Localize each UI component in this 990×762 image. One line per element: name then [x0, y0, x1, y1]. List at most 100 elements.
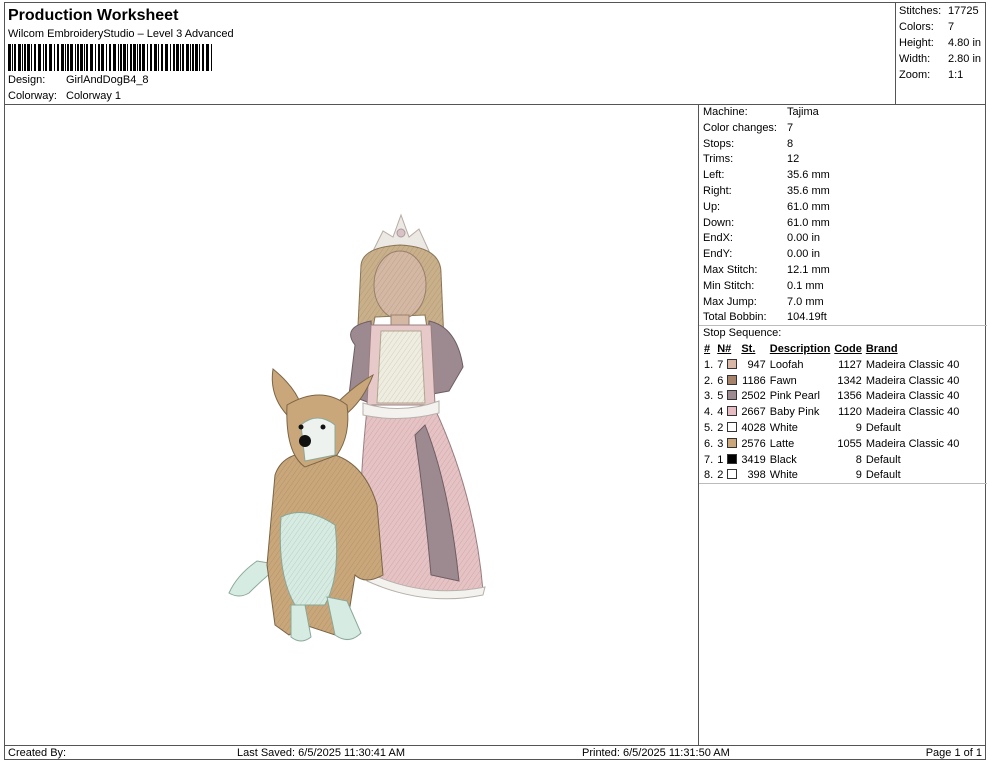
- row-index: 4.: [704, 406, 714, 419]
- barcode-bar: [24, 44, 26, 71]
- machine-info-panel: Machine: Tajima Color changes: 7 Stops: 8 T…: [699, 105, 985, 326]
- barcode-bar: [34, 44, 36, 71]
- info-label: Max Stitch:: [703, 263, 758, 276]
- thread-brand: Madeira Classic 40: [865, 406, 960, 419]
- thread-description: Pink Pearl: [769, 390, 820, 403]
- table-row: 2. 6 1186 Fawn 1342 Madeira Classic 40: [702, 374, 961, 390]
- thread-brand: Madeira Classic 40: [865, 390, 960, 403]
- barcode-bar: [14, 44, 16, 71]
- info-value: 0.1 mm: [787, 279, 824, 292]
- table-row: 8. 2 398 White 9 Default: [702, 468, 961, 484]
- row-index: 5.: [704, 421, 714, 434]
- needle-number: 4: [717, 406, 724, 419]
- barcode-bar: [180, 44, 181, 71]
- summary-label: Stitches:: [899, 5, 942, 17]
- info-value: 104.19ft: [787, 311, 827, 324]
- barcode-bar: [161, 44, 163, 71]
- thread-description: White: [769, 421, 798, 434]
- barcode-bar: [109, 44, 111, 71]
- thread-description: Latte: [769, 437, 795, 450]
- info-value: 35.6 mm: [787, 169, 830, 182]
- barcode-bar: [199, 44, 200, 71]
- info-row: Min Stitch: 0.1 mm: [699, 279, 985, 295]
- barcode-bar: [18, 44, 21, 71]
- table-header-row: # N# St. Description Code Brand: [702, 342, 961, 358]
- printed-date: Printed: 6/5/2025 11:31:50 AM: [582, 747, 730, 759]
- thread-brand: Default: [865, 453, 901, 466]
- info-row: Trims: 12: [699, 152, 985, 168]
- info-label: Machine:: [703, 106, 748, 118]
- thread-description: Fawn: [769, 374, 797, 387]
- info-value: 12.1 mm: [787, 263, 830, 276]
- thread-brand: Default: [865, 421, 901, 434]
- info-label: EndX:: [703, 232, 733, 245]
- needle-number: 1: [717, 453, 724, 466]
- summary-label: Height:: [899, 37, 934, 49]
- info-label: Max Jump:: [703, 295, 757, 308]
- info-value: Tajima: [787, 106, 819, 118]
- barcode-bar: [133, 44, 136, 71]
- barcode-bar: [142, 44, 145, 71]
- info-label: Total Bobbin:: [703, 311, 767, 324]
- barcode-bar: [49, 44, 52, 71]
- summary-value: 4.80 in: [948, 37, 982, 49]
- thread-description: Baby Pink: [769, 406, 820, 419]
- table-row: 1. 7 947 Loofah 1127 Madeira Classic 40: [702, 358, 961, 374]
- needle-number: 2: [717, 421, 724, 434]
- info-value: 61.0 mm: [787, 200, 830, 213]
- barcode-bar: [192, 44, 194, 71]
- barcode-bar: [80, 44, 83, 71]
- summary-height: Height: 4.80 in: [899, 37, 981, 49]
- thread-brand: Madeira Classic 40: [865, 437, 960, 450]
- barcode-bar: [8, 44, 11, 71]
- summary-value: 2.80 in: [948, 53, 982, 65]
- info-value: 61.0 mm: [787, 216, 830, 229]
- color-swatch: [725, 389, 739, 405]
- summary-colors: Colors: 7: [899, 21, 954, 33]
- color-swatch: [725, 468, 739, 484]
- needle-number: 5: [717, 390, 724, 403]
- info-value: 0.00 in: [787, 248, 821, 261]
- thread-code: 1055: [837, 437, 862, 450]
- row-index: 1.: [704, 358, 714, 371]
- row-index: 6.: [704, 437, 714, 450]
- stitch-count: 947: [747, 358, 766, 371]
- table-row: 3. 5 2502 Pink Pearl 1356 Madeira Classic 40: [702, 389, 961, 405]
- barcode-bar: [130, 44, 132, 71]
- stitch-count: 2502: [741, 390, 766, 403]
- thread-color-swatch: [727, 421, 738, 432]
- thread-code: 1356: [837, 390, 862, 403]
- page-title: Production Worksheet: [8, 7, 179, 24]
- thread-color-swatch: [727, 374, 738, 385]
- barcode-bar: [195, 44, 198, 71]
- color-swatch: [725, 405, 739, 421]
- thread-brand: Default: [865, 469, 901, 482]
- summary-value: 7: [948, 21, 955, 33]
- summary-value: 17725: [948, 5, 979, 17]
- row-index: 8.: [704, 469, 714, 482]
- barcode-bar: [54, 44, 55, 71]
- needle-number: 6: [717, 374, 724, 387]
- barcode-bar: [150, 44, 152, 71]
- barcode-bar: [154, 44, 157, 71]
- created-by: Created By:: [8, 747, 67, 759]
- barcode-bar: [27, 44, 30, 71]
- barcode-bar: [12, 44, 13, 71]
- barcode-bar: [75, 44, 76, 71]
- column-header: St.: [741, 343, 756, 355]
- last-saved: Last Saved: 6/5/2025 11:30:41 AM: [237, 747, 405, 759]
- barcode-bar: [137, 44, 138, 71]
- info-row: Total Bobbin: 104.19ft: [699, 310, 985, 326]
- row-index: 2.: [704, 374, 714, 387]
- summary-label: Zoom:: [899, 69, 931, 81]
- info-label: Up:: [703, 200, 721, 213]
- barcode-bar: [101, 44, 104, 71]
- barcode-bar: [70, 44, 73, 71]
- thread-code: 8: [855, 453, 862, 466]
- info-row: Max Jump: 7.0 mm: [699, 295, 985, 311]
- barcode-bar: [211, 44, 212, 71]
- thread-code: 1120: [838, 406, 862, 419]
- info-value: 12: [787, 153, 800, 166]
- stitch-count: 3419: [741, 453, 766, 466]
- barcode-bar: [38, 44, 41, 71]
